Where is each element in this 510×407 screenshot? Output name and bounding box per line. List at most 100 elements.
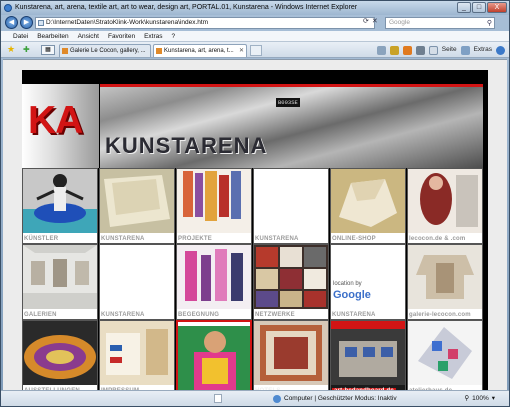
tile-projekte[interactable]: PROJEKTE [176, 168, 252, 244]
title-bar: Kunstarena, art, arena, textile art, art… [1, 1, 509, 15]
menu-bearbeiten[interactable]: Bearbeiten [37, 31, 68, 41]
tile-label: KUNSTARENA [101, 312, 145, 318]
google-logo: Google [333, 289, 371, 301]
page-menu-button[interactable]: Seite [442, 45, 457, 55]
zoom-magnifier-icon: ⚲ [464, 395, 470, 402]
netzwerke-image [254, 245, 328, 309]
browser-window: Kunstarena, art, arena, textile art, art… [0, 0, 510, 407]
lecocon-image [408, 169, 482, 233]
tools-gear-icon [460, 45, 470, 55]
tile-lecocon[interactable]: lecocon.de & .com [407, 168, 483, 244]
computer-zone-icon [273, 395, 281, 403]
tab-row: ★ ✚ ▦ Galerie Le Cocon, gallery, ... Kun… [1, 42, 509, 58]
close-tab-icon[interactable]: ✕ [239, 45, 244, 57]
zoom-control[interactable]: ⚲ 100% ▾ [464, 391, 495, 407]
galerie-lecocon-image [408, 245, 482, 309]
add-favorite-icon[interactable]: ✚ [23, 45, 30, 54]
close-button[interactable]: X [487, 2, 507, 13]
back-button[interactable]: ◀ [5, 16, 18, 29]
atelierhaus-image [408, 321, 482, 385]
menu-ansicht[interactable]: Ansicht [78, 31, 99, 41]
tile-label: galerie-lecocon.com [409, 312, 471, 318]
search-icon[interactable]: ⚲ [487, 19, 492, 29]
help-icon[interactable] [496, 45, 505, 55]
tile-kunstarena-1[interactable]: KUNSTARENA [99, 168, 175, 244]
pen-icon[interactable] [376, 45, 386, 55]
tile-galerien[interactable]: GALERIEN [22, 244, 98, 320]
tab-label: Galerie Le Cocon, gallery, ... [70, 48, 146, 54]
location-caption: location by [333, 281, 362, 287]
new-tab-button[interactable] [250, 45, 262, 56]
projekte-image [177, 169, 251, 233]
page-menu-icon [428, 45, 438, 55]
tile-label: NETZWERKE [255, 312, 295, 318]
status-progress-box [214, 394, 222, 403]
tile-online-shop[interactable]: ONLINE-SHOP [330, 168, 406, 244]
begegnung-image [177, 245, 251, 309]
tile-label: KÜNSTLER [24, 236, 59, 242]
tab-kunstarena[interactable]: Kunstarena, art, arena, t... ✕ [153, 44, 247, 57]
hotels-image [254, 321, 328, 385]
home-icon[interactable] [389, 45, 399, 55]
ka-logo[interactable]: KA [22, 84, 99, 168]
kunstarena-page: KA B003SE KUNSTARENA KÜNSTLER KUNSTARENA… [22, 70, 488, 396]
tile-kuenstler[interactable]: KÜNSTLER [22, 168, 98, 244]
tile-netzwerke[interactable]: NETZWERKE [253, 244, 329, 320]
tab-favicon [156, 48, 162, 54]
refresh-icon[interactable]: ⟳ [363, 17, 369, 25]
galerien-image [23, 245, 97, 309]
favorites-star-icon[interactable]: ★ [7, 45, 15, 54]
tools-menu-button[interactable]: Extras [474, 45, 492, 55]
menu-extras[interactable]: Extras [144, 31, 162, 41]
ausstellungen-image [23, 321, 97, 385]
tile-ausstellungen[interactable]: AUSSTELLUNGEN [22, 320, 98, 396]
tile-google-location[interactable]: location by Google KUNSTARENA [330, 244, 406, 320]
header-banner: B003SE KUNSTARENA [100, 84, 483, 168]
tile-kunstarena-white-1[interactable]: KUNSTARENA [253, 168, 329, 244]
tile-label: KUNSTARENA [332, 312, 376, 318]
zone-text: Computer | Geschützter Modus: Inaktiv [284, 395, 397, 402]
quick-tabs-icon[interactable]: ▦ [41, 45, 55, 55]
menu-datei[interactable]: Datei [13, 31, 28, 41]
address-url: D:\InternetDaten\StratoKlink-Work\kunsta… [46, 19, 209, 26]
search-placeholder: Google [389, 19, 410, 26]
tile-galerie-lecocon[interactable]: galerie-lecocon.com [407, 244, 483, 320]
tile-begegnung[interactable]: BEGEGNUNG [176, 244, 252, 320]
zoom-level: 100% [472, 395, 489, 402]
kunstarena-image-1 [100, 169, 174, 233]
menu-favoriten[interactable]: Favoriten [108, 31, 135, 41]
address-row: ◀ ▶ D:\InternetDaten\StratoKlink-Work\ku… [1, 15, 509, 31]
tile-label: KUNSTARENA [101, 236, 145, 242]
security-zone[interactable]: Computer | Geschützter Modus: Inaktiv [273, 391, 397, 407]
page-viewport: KA B003SE KUNSTARENA KÜNSTLER KUNSTARENA… [3, 59, 507, 396]
portrait-green-image [178, 326, 250, 394]
menu-help[interactable]: ? [172, 31, 176, 41]
tile-label: BEGEGNUNG [178, 312, 220, 318]
impressum-image [100, 321, 174, 385]
tile-atelierhaus[interactable]: atelierhaus.de [407, 320, 483, 396]
tile-hotels[interactable]: HOTELS [253, 320, 329, 396]
menu-bar: Datei Bearbeiten Ansicht Favoriten Extra… [1, 31, 509, 42]
stop-icon[interactable]: ✕ [372, 17, 378, 25]
tile-label: GALERIEN [24, 312, 57, 318]
feeds-icon[interactable] [402, 45, 412, 55]
command-bar: Seite Extras [376, 45, 505, 55]
maximize-button[interactable]: □ [472, 2, 486, 13]
tile-impressum[interactable]: IMPRESSUM [99, 320, 175, 396]
print-icon[interactable] [415, 45, 425, 55]
tile-label: ONLINE-SHOP [332, 236, 376, 242]
logo-text: KA [28, 99, 83, 142]
tab-favicon [62, 48, 68, 54]
tile-art-bedandboard[interactable]: art-bedandboard.de [330, 320, 406, 396]
tab-galerie-le-cocon[interactable]: Galerie Le Cocon, gallery, ... [59, 44, 151, 57]
ie-icon [4, 4, 12, 12]
tile-kunstarena-white-2[interactable]: KUNSTARENA [99, 244, 175, 320]
address-bar[interactable]: D:\InternetDaten\StratoKlink-Work\kunsta… [35, 17, 375, 29]
search-input[interactable]: Google ⚲ [385, 17, 495, 29]
tile-portrait[interactable] [176, 320, 252, 396]
forward-button[interactable]: ▶ [20, 16, 33, 29]
minimize-button[interactable]: _ [457, 2, 471, 13]
banner-code: B003SE [276, 98, 300, 107]
navigation-grid: KÜNSTLER KUNSTARENA PROJEKTE KUNSTARENA … [22, 168, 483, 396]
page-icon [38, 20, 44, 26]
